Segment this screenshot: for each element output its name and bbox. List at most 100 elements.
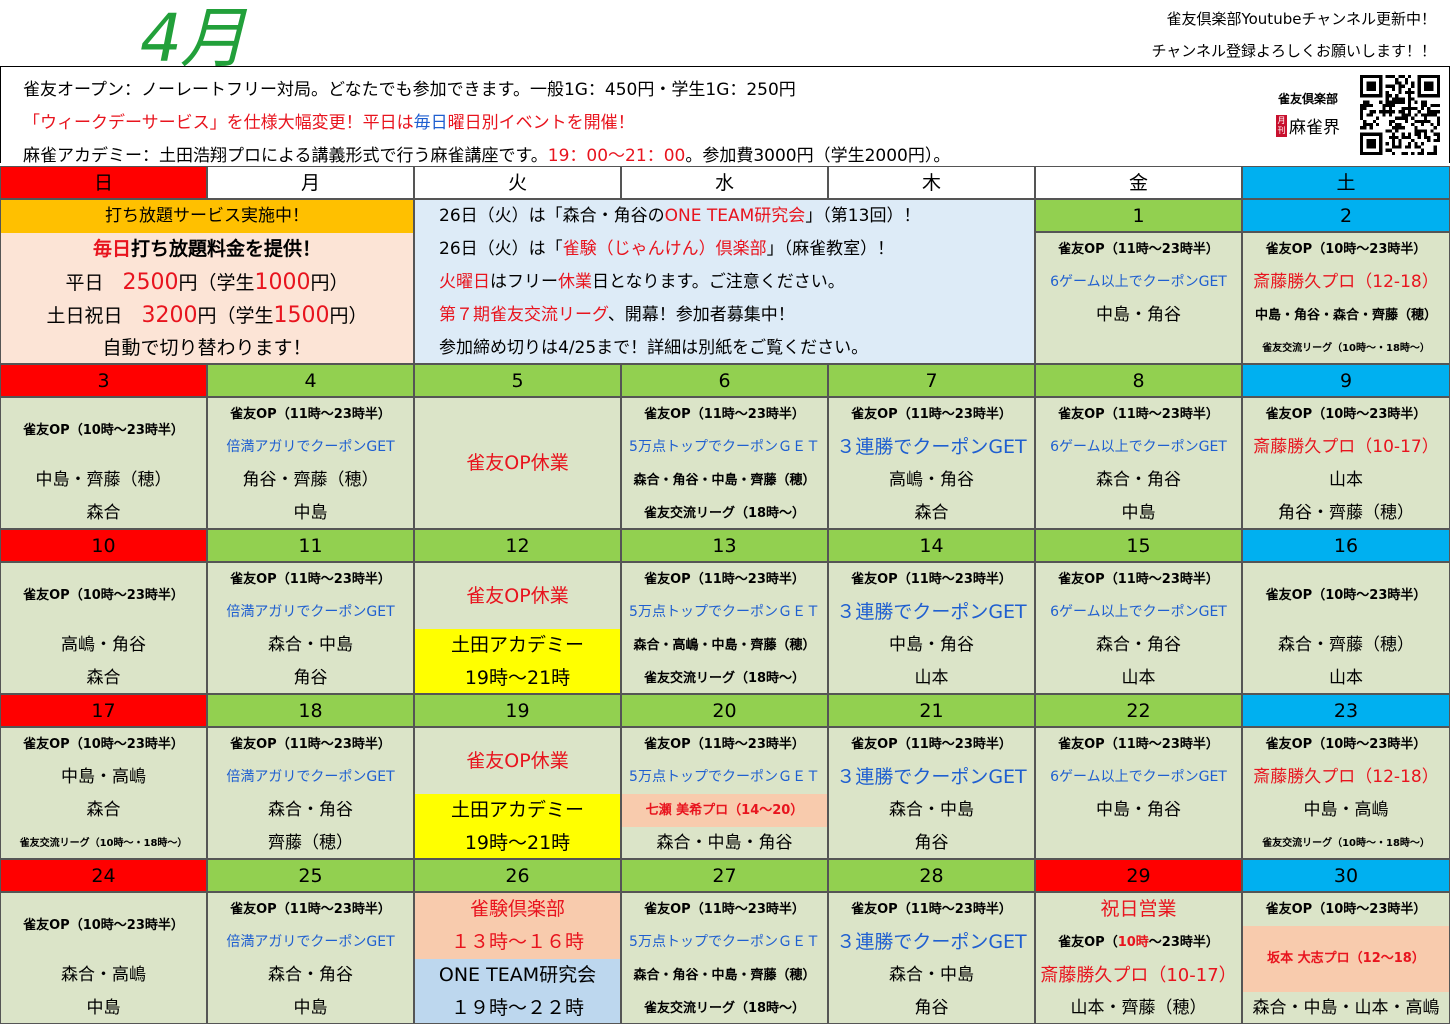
day-body-22: 雀友OP（11時〜23時半） 6ゲーム以上でクーポンGET 中島・角谷	[1035, 727, 1242, 859]
date-number: 2	[1339, 205, 1353, 227]
member-line: 森合	[914, 503, 949, 523]
coupon-event: 5万点トップでクーポンＧＥＴ	[629, 769, 820, 785]
coupon-event: 倍満アガリでクーポンGET	[226, 604, 395, 620]
logo-badge: 月刊	[1276, 114, 1287, 137]
academy-time: 19時〜21時	[415, 662, 620, 693]
subscribe-notice: チャンネル登録よろしくお願いします！！	[1151, 42, 1436, 60]
member-line: 高嶋・角谷	[61, 635, 146, 655]
op-hours: 雀友OP（11時〜23時半）	[230, 572, 391, 587]
date-cell-12: 12	[414, 529, 621, 562]
day-body-14: 雀友OP（11時〜23時半） ３連勝でクーポンGET 中島・角谷 山本	[828, 562, 1035, 694]
day-body-4: 雀友OP（11時〜23時半） 倍満アガリでクーポンGET 角谷・齊藤（穂） 中島	[207, 397, 414, 529]
date-cell-20: 20	[621, 694, 828, 727]
day-body-20: 雀友OP（11時〜23時半） 5万点トップでクーポンＧＥＴ 七瀬 美希プロ（14〜2…	[621, 727, 828, 859]
date-number: 11	[298, 535, 323, 557]
op-hours: 雀友OP（11時〜23時半）	[644, 737, 805, 752]
one-team-time: １９時〜２２時	[415, 992, 620, 1023]
date-number: 16	[1333, 535, 1359, 557]
op-hours: 雀友OP（11時〜23時半）	[230, 737, 391, 752]
coupon-event: 倍満アガリでクーポンGET	[226, 439, 395, 455]
day-body-21: 雀友OP（11時〜23時半） ３連勝でクーポンGET 森合・中島 角谷	[828, 727, 1035, 859]
day-body-3: 雀友OP（10時〜23時半） 中島・齊藤（穂） 森合	[0, 397, 207, 529]
date-number: 12	[505, 535, 530, 557]
qr-code-icon[interactable]	[1360, 75, 1440, 155]
member-line: 中島	[293, 998, 328, 1018]
day-body-12: 雀友OP休業 土田アカデミー 19時〜21時	[414, 562, 621, 694]
member-line: 中島・角谷	[1096, 800, 1181, 820]
coupon-event: 5万点トップでクーポンＧＥＴ	[629, 439, 820, 455]
academy-time: 19時〜21時	[415, 827, 620, 858]
member-line: 高嶋・角谷	[889, 470, 974, 490]
member-line: 中島・高嶋	[61, 767, 146, 787]
op-hours: 雀友OP（11時〜23時半）	[1058, 572, 1219, 587]
weekday-label: 火	[507, 172, 527, 194]
member-line: 齊藤（穂）	[268, 833, 353, 853]
weekday-service-c: 曜日別イベントを開催！	[447, 113, 635, 133]
date-number: 26	[505, 865, 530, 887]
member-line: 森合・中島	[889, 800, 974, 820]
op-hours: 雀友OP（10時〜23時半）	[23, 423, 184, 438]
league-note: 雀友交流リーグ（18時〜）	[643, 1001, 806, 1016]
weekday-header-tue: 火	[414, 166, 621, 199]
date-cell-18: 18	[207, 694, 414, 727]
date-cell-3: 3	[0, 364, 207, 397]
member-line: 森合・角谷・中島・齊藤（穂）	[633, 473, 816, 488]
member-line: 森合・中島	[889, 965, 974, 985]
member-line: 森合・高嶋	[61, 965, 146, 985]
date-number: 22	[1126, 700, 1151, 722]
coupon-event: 倍満アガリでクーポンGET	[226, 769, 395, 785]
date-cell-10: 10	[0, 529, 207, 562]
op-hours: 雀友OP（11時〜23時半）	[1058, 407, 1219, 422]
op-hours: 雀友OP（11時〜23時半）	[644, 902, 805, 917]
date-number: 18	[298, 700, 323, 722]
member-line: 中島	[1121, 503, 1156, 523]
date-cell-26: 26	[414, 859, 621, 892]
notice-line: 第７期雀友交流リーグ、開幕！参加者募集中！	[439, 305, 795, 325]
weekday-label: 土	[1336, 172, 1356, 194]
member-line: 山本・齊藤（穂）	[1070, 998, 1207, 1018]
league-note: 雀友交流リーグ（10時〜・18時〜）	[19, 838, 188, 849]
club-logo: 雀友倶楽部 月刊 麻雀界	[1258, 90, 1358, 144]
logo-club-name: 雀友倶楽部	[1277, 92, 1338, 106]
date-cell-24: 24	[0, 859, 207, 892]
date-cell-11: 11	[207, 529, 414, 562]
coupon-event: ３連勝でクーポンGET	[836, 601, 1027, 623]
closed-label: 雀友OP休業	[466, 452, 569, 474]
date-cell-6: 6	[621, 364, 828, 397]
academy-c: 。参加費3000円（学生2000円）。	[685, 146, 951, 166]
op-hours: 雀友OP（10時〜23時半）	[23, 588, 184, 603]
date-number: 25	[298, 865, 323, 887]
academy-label: 土田アカデミー	[415, 794, 620, 827]
day-body-17: 雀友OP（10時〜23時半） 中島・高嶋 森合 雀友交流リーグ（10時〜・18時〜）	[0, 727, 207, 859]
date-number: 7	[925, 370, 938, 392]
member-line: 中島・角谷・森合・齊藤（穂）	[1254, 308, 1437, 323]
member-line: 森合・中島	[268, 635, 353, 655]
date-number: 28	[919, 865, 944, 887]
pro-guest: 斎藤勝久プロ（10-17）	[1253, 437, 1439, 457]
day-body-25: 雀友OP（11時〜23時半） 倍満アガリでクーポンGET 森合・角谷 中島	[207, 892, 414, 1024]
logo-magazine-name: 麻雀界	[1289, 118, 1340, 138]
date-number: 10	[91, 535, 116, 557]
date-cell-4: 4	[207, 364, 414, 397]
member-line: 山本	[1329, 668, 1363, 688]
member-line: 中島	[293, 503, 328, 523]
coupon-event: 6ゲーム以上でクーポンGET	[1050, 604, 1227, 620]
day-body-9: 雀友OP（10時〜23時半） 斎藤勝久プロ（10-17） 山本 角谷・齊藤（穂）	[1242, 397, 1450, 529]
member-line: 森合・角谷	[1096, 635, 1181, 655]
weekday-service-a: 「ウィークデーサービス」を仕様大幅変更！平日は	[23, 113, 414, 133]
day-body-27: 雀友OP（11時〜23時半） 5万点トップでクーポンＧＥＴ 森合・角谷・中島・齊藤（…	[621, 892, 828, 1024]
member-line: 中島・角谷	[1096, 305, 1181, 325]
date-number: 15	[1126, 535, 1151, 557]
weekday-header-mon: 月	[207, 166, 414, 199]
free-play-line: 自動で切り替わります！	[102, 337, 312, 359]
member-line: 森合・中島・角谷	[656, 833, 793, 853]
free-play-line: 毎日打ち放題料金を提供！	[92, 238, 322, 260]
notice-line: 火曜日はフリー休業日となります。ご注意ください。	[439, 272, 845, 292]
notice-line: 参加締め切りは4/25まで！詳細は別紙をご覧ください。	[439, 338, 869, 358]
coupon-event: ３連勝でクーポンGET	[836, 436, 1027, 458]
weekday-service-info: 「ウィークデーサービス」を仕様大幅変更！平日は毎日曜日別イベントを開催！	[23, 108, 635, 133]
free-play-title: 打ち放題サービス実施中！	[1, 200, 413, 233]
op-hours: 雀友OP（11時〜23時半）	[1058, 737, 1219, 752]
day-body-13: 雀友OP（11時〜23時半） 5万点トップでクーポンＧＥＴ 森合・高嶋・中島・齊藤（…	[621, 562, 828, 694]
date-number: 9	[1339, 370, 1353, 392]
